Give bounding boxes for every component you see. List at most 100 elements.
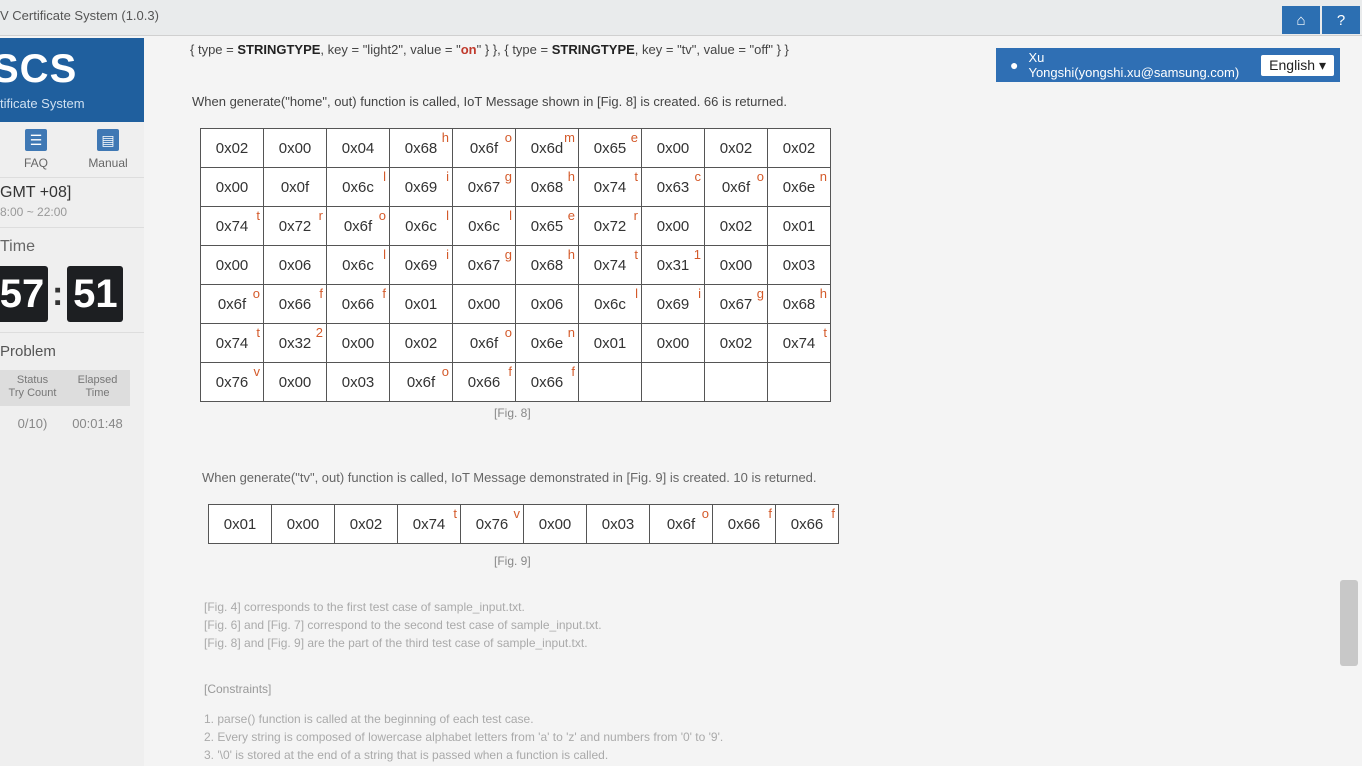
hex-cell: 0x66 f [263, 284, 327, 324]
char-annotation: t [256, 208, 260, 223]
hex-value: 0x00 [656, 217, 690, 235]
list-icon: ☰ [25, 129, 47, 151]
hex-value: 0x00 [278, 373, 312, 391]
hex-cell: 0x01 [389, 284, 453, 324]
user-name[interactable]: Xu Yongshi(yongshi.xu@samsung.com) [1028, 50, 1251, 80]
fig9-description: When generate("tv", out) function is cal… [202, 470, 817, 485]
char-annotation: t [453, 506, 457, 521]
hex-value: 0x6d [530, 139, 564, 157]
problem-block: Problem Status Try Count Elapsed Time 0/… [0, 333, 144, 431]
language-select[interactable]: English ▾ [1261, 54, 1334, 76]
hex-value: 0x66 [790, 515, 824, 533]
status-value: 0/10) [17, 416, 48, 431]
table-row: 0x02 0x00 0x04 0x68 h 0x6f o 0x6d m 0x65 e 0x00 0x02… [200, 128, 831, 168]
user-icon: ● [1010, 57, 1019, 73]
app-logo: SCS [0, 47, 78, 91]
hex-cell: 0x06 [263, 245, 327, 285]
status-header-label: Status Try Count [8, 374, 57, 399]
char-annotation: v [253, 364, 261, 379]
hex-value: 0x01 [593, 334, 627, 352]
hex-value: 0x6c [342, 256, 374, 274]
fig8-table: 0x02 0x00 0x04 0x68 h 0x6f o 0x6d m 0x65 e 0x00 0x02… [200, 128, 831, 402]
hex-cell: 0x00 [704, 245, 768, 285]
faq-button[interactable]: ☰ FAQ [0, 122, 72, 177]
time-block: Time 57 : 51 [0, 228, 144, 333]
char-annotation: i [446, 169, 449, 184]
table-row: 0x01 0x00 0x02 0x74 t 0x76 v 0x00 0x03 0x6f o 0x66 f… [208, 504, 839, 544]
brand-block: SCS tificate System [0, 38, 144, 122]
hex-cell: 0x65 e [578, 128, 642, 168]
hex-value: 0x6f [666, 515, 696, 533]
fig8-caption: [Fig. 8] [494, 406, 531, 420]
hex-cell: 0x72 r [263, 206, 327, 246]
char-annotation: l [635, 286, 638, 301]
hex-value: 0x00 [467, 295, 501, 313]
char-annotation: 1 [693, 247, 701, 262]
hex-value: 0x74 [593, 256, 627, 274]
help-icon[interactable]: ? [1322, 6, 1360, 34]
hex-value: 0x74 [215, 217, 249, 235]
hex-value: 0x74 [215, 334, 249, 352]
hex-cell: 0x74 t [767, 323, 831, 363]
hex-cell: 0x69 i [389, 245, 453, 285]
char-annotation: h [441, 130, 449, 145]
hex-cell: 0x6e n [515, 323, 579, 363]
table-row: 0x76 v 0x00 0x03 0x6f o 0x66 f 0x66 f [200, 362, 831, 402]
hex-cell: 0x6c l [578, 284, 642, 324]
char-annotation: m [564, 130, 575, 145]
hex-cell: 0x66 f [712, 504, 776, 544]
hex-value: 0x00 [656, 139, 690, 157]
hex-value: 0x03 [341, 373, 375, 391]
hex-cell: 0x6f o [452, 323, 516, 363]
hex-cell: 0x68 h [389, 128, 453, 168]
clock-separator: : [52, 274, 64, 313]
hex-cell: 0x6d m [515, 128, 579, 168]
fig8-description: When generate("home", out) function is c… [192, 94, 788, 109]
hex-cell: 0x6f o [704, 167, 768, 207]
char-annotation: l [446, 208, 449, 223]
hex-cell: 0x00 [452, 284, 516, 324]
hex-cell: 0x00 [523, 504, 587, 544]
hex-value: 0x00 [215, 178, 249, 196]
status-header: Status Try Count Elapsed Time [0, 370, 130, 406]
hex-value: 0x6f [469, 139, 499, 157]
hex-cell: 0x02 [767, 128, 831, 168]
hex-value: 0x02 [404, 334, 438, 352]
char-annotation: t [634, 247, 638, 262]
hex-value: 0x68 [404, 139, 438, 157]
hex-value: 0x63 [656, 178, 690, 196]
vertical-scrollbar[interactable] [1340, 580, 1358, 666]
hex-cell [704, 362, 768, 402]
hex-value: 0x02 [719, 217, 753, 235]
constraints-title: [Constraints] [204, 682, 272, 696]
hex-value: 0x69 [656, 295, 690, 313]
fig9-table: 0x01 0x00 0x02 0x74 t 0x76 v 0x00 0x03 0x6f o 0x66 f… [208, 504, 839, 544]
hex-value: 0x00 [719, 256, 753, 274]
hex-value: 0x6f [406, 373, 436, 391]
char-annotation: g [504, 169, 512, 184]
hex-cell: 0x02 [200, 128, 264, 168]
hex-value: 0x03 [782, 256, 816, 274]
char-annotation: g [504, 247, 512, 262]
note-line: [Fig. 6] and [Fig. 7] correspond to the … [204, 618, 602, 632]
problem-content: { type = STRINGTYPE, key = "light2", val… [160, 38, 990, 766]
manual-label: Manual [88, 156, 128, 170]
hex-value: 0x0f [280, 178, 310, 196]
hex-value: 0x74 [593, 178, 627, 196]
char-annotation: n [819, 169, 827, 184]
manual-button[interactable]: ▤ Manual [72, 122, 144, 177]
table-row: 0x6f o 0x66 f 0x66 f 0x01 0x00 0x06 0x6c l 0x69 i 0x6… [200, 284, 831, 324]
hex-cell: 0x32 2 [263, 323, 327, 363]
hex-cell: 0x04 [326, 128, 390, 168]
hex-cell: 0x74 t [578, 167, 642, 207]
hex-cell: 0x00 [641, 206, 705, 246]
hex-cell: 0x6c l [452, 206, 516, 246]
char-annotation: t [256, 325, 260, 340]
home-icon[interactable]: ⌂ [1282, 6, 1320, 34]
char-annotation: l [383, 169, 386, 184]
note-line: [Fig. 8] and [Fig. 9] are the part of th… [204, 636, 588, 650]
hex-value: 0x67 [467, 178, 501, 196]
hex-cell: 0x76 v [460, 504, 524, 544]
time-label: Time [0, 238, 35, 255]
hex-cell: 0x00 [326, 323, 390, 363]
